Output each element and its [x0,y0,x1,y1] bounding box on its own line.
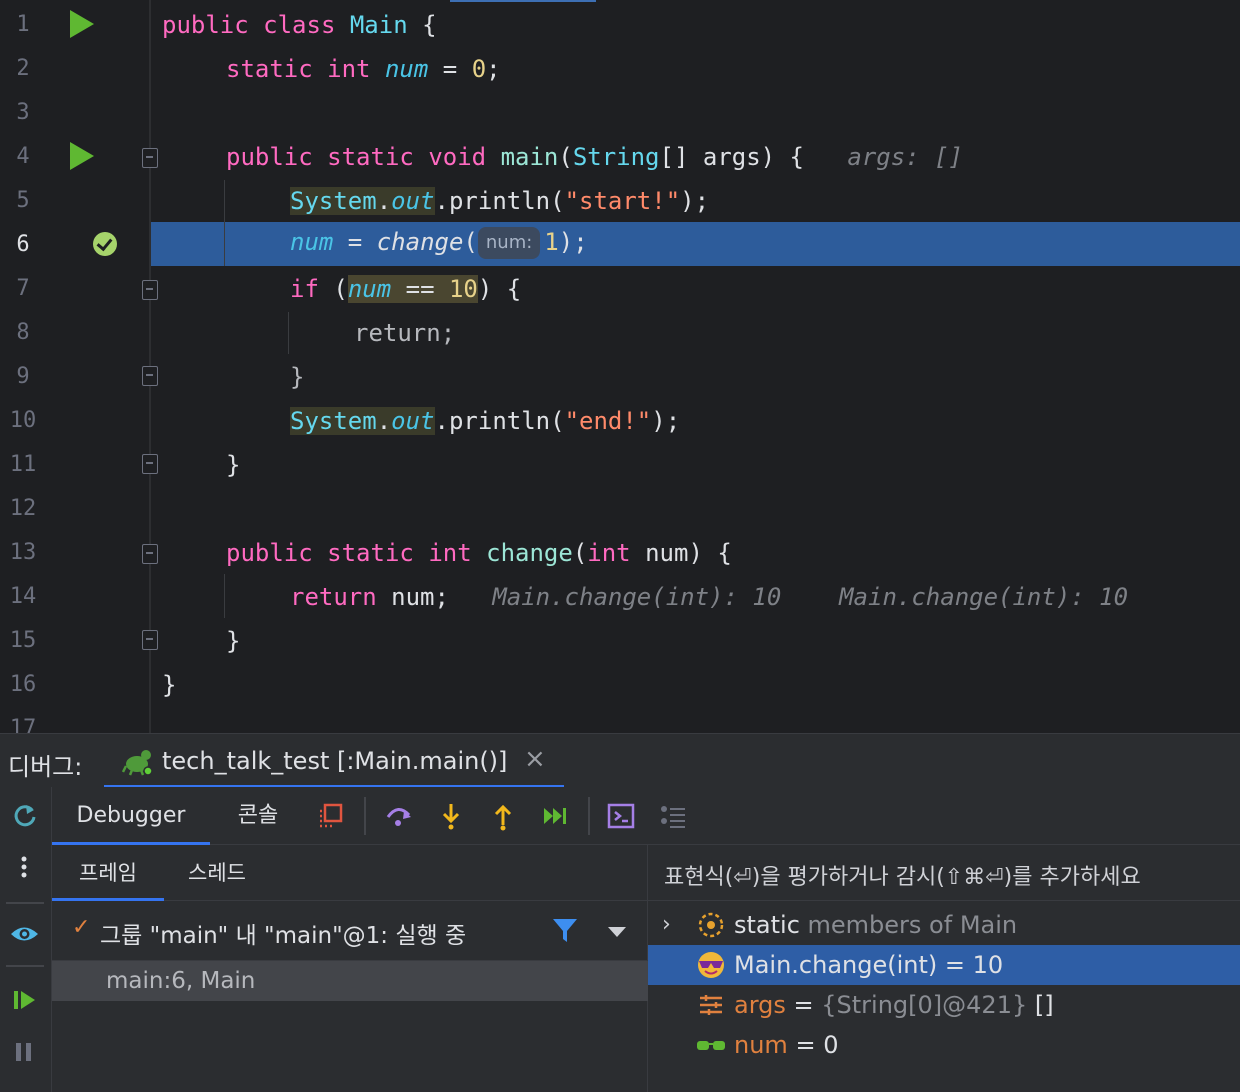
code-line: 9 } [0,355,1240,399]
line-number: 4 [16,144,30,169]
code-line: 13 public static int change(int num) { [0,531,1240,575]
tab-frames[interactable]: 프레임 [52,845,164,901]
debug-tool-window-header: 디버그: tech_talk_test [:Main.main()] × [0,733,1240,788]
line-number: 13 [9,540,37,565]
more-options-icon[interactable] [10,853,40,883]
debug-session-tab[interactable]: tech_talk_test [:Main.main()] × [104,734,564,788]
line-number: 16 [9,672,37,697]
eye-icon[interactable] [10,919,40,949]
line-number: 14 [9,584,37,609]
line-number: 3 [16,100,30,125]
debug-left-toolbar [0,787,52,1092]
debug-title: 디버그: [8,753,83,781]
rerun-icon[interactable] [10,801,40,831]
step-out-icon[interactable] [488,801,518,831]
line-number: 8 [16,320,30,345]
code-line: 14 return num; Main.change(int): 10 Main… [0,575,1240,619]
inline-debug-value: args: [] [847,143,963,171]
line-number: 1 [16,12,30,37]
step-into-icon[interactable] [436,801,466,831]
chevron-right-icon[interactable]: › [662,912,671,937]
stack-frame-row[interactable]: main:6, Main [52,961,648,1001]
chevron-down-icon[interactable] [608,927,626,937]
line-number: 2 [16,56,30,81]
line-number: 5 [16,188,30,213]
line-number: 12 [9,496,37,521]
toolbar-separator [588,797,590,835]
toolbar-separator [6,965,44,967]
thread-selector[interactable]: ✓ 그룹 "main" 내 "main"@1: 실행 중 [52,901,648,961]
inline-debug-value: Main.change(int): 10 [839,583,1129,611]
code-line: 4 public static void main(String[] args)… [0,135,1240,179]
line-number: 10 [9,408,37,433]
line-number: 9 [16,364,30,389]
variable-row-selected[interactable]: Main.change(int) = 10 [648,945,1240,985]
return-value-icon [698,952,724,978]
tab-debugger[interactable]: Debugger [52,787,210,845]
code-line: 8 return; [0,311,1240,355]
line-number: 7 [16,276,30,301]
code-line: 5 System.out.println("start!"); [0,179,1240,223]
variable-row[interactable]: num = 0 [648,1025,1240,1065]
pause-program-icon[interactable] [10,1037,40,1067]
variable-row[interactable]: args = {String[0]@421} [] [648,985,1240,1025]
variable-row[interactable]: › static members of Main [648,905,1240,945]
line-number: 17 [9,716,37,733]
frames-panel: 프레임 스레드 ✓ 그룹 "main" 내 "main"@1: 실행 중 mai… [52,845,648,1092]
debug-bug-icon [122,750,153,776]
line-number: 11 [9,452,37,477]
step-over-icon[interactable] [384,801,414,831]
run-to-cursor-icon[interactable] [540,801,570,831]
layout-settings-icon[interactable] [658,801,688,831]
parameter-hint: num: [477,227,541,259]
code-line: 7 if (num == 10) { [0,267,1240,311]
inline-debug-value: Main.change(int): 10 [492,583,782,611]
evaluate-expression-icon[interactable] [606,801,636,831]
check-icon: ✓ [72,915,91,940]
toolbar-separator [364,797,366,835]
evaluate-expression-input[interactable]: 표현식(⏎)을 평가하거나 감시(⇧⌘⏎)를 추가하세요 [648,845,1240,901]
code-line: 12 [0,487,1240,531]
code-line: 16 } [0,663,1240,707]
toolbar-separator [6,902,44,904]
debugger-toolbar: Debugger 콘솔 [52,787,1240,845]
frames-tabbar: 프레임 스레드 [52,845,648,901]
code-line-current: 6 num = change(num: 1); [0,223,1240,267]
watch-glasses-icon [697,1041,725,1050]
code-line: 11 } [0,443,1240,487]
thread-label: 그룹 "main" 내 "main"@1: 실행 중 [100,923,467,949]
resume-program-icon[interactable] [10,985,40,1015]
tab-console[interactable]: 콘솔 [222,787,294,845]
line-number: 6 [16,232,30,257]
variables-panel: 표현식(⏎)을 평가하거나 감시(⇧⌘⏎)를 추가하세요 › static me… [648,845,1240,1092]
close-session-icon[interactable]: × [524,744,546,774]
code-line: 1 public class Main { [0,3,1240,47]
code-line: 10 System.out.println("end!"); [0,399,1240,443]
code-editor[interactable]: 1 public class Main { 2 static int num =… [0,0,1240,733]
debug-session-label: tech_talk_test [:Main.main()] [162,747,508,775]
line-number: 15 [9,628,37,653]
static-members-icon [698,912,724,938]
code-line: 15 } [0,619,1240,663]
code-line: 17 [0,707,1240,733]
filter-icon[interactable] [550,915,580,945]
array-icon [700,995,722,1015]
show-execution-point-icon[interactable] [316,801,346,831]
editor-tab-indicator [450,0,596,2]
code-line: 2 static int num = 0; [0,47,1240,91]
code-line: 3 [0,91,1240,135]
tab-threads[interactable]: 스레드 [172,845,262,901]
